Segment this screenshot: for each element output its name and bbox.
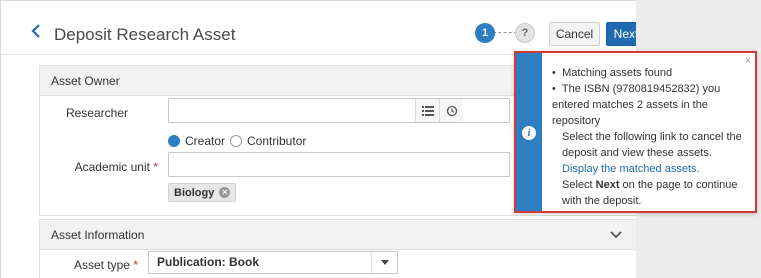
notification-stripe: i — [516, 53, 542, 211]
history-icon[interactable] — [439, 99, 463, 122]
role-label-contributor: Contributor — [247, 134, 307, 148]
academic-unit-chip-label: Biology — [174, 186, 215, 199]
info-icon: i — [522, 126, 536, 140]
step-1[interactable]: 1 — [475, 23, 495, 43]
page-header: Deposit Research Asset 1 ? Cancel Next — [1, 1, 646, 55]
notification-line: Select Next on the page to continue with… — [562, 179, 738, 207]
stepper-connector — [493, 32, 517, 33]
academic-unit-label: Academic unit * — [74, 160, 158, 174]
notification-line: • The ISBN (9780819452832) you entered m… — [552, 83, 721, 127]
radio-selected-icon — [168, 135, 180, 147]
radio-unselected-icon — [230, 135, 242, 147]
asset-information-title: Asset Information — [51, 228, 145, 242]
academic-unit-chip: Biology × — [168, 183, 237, 202]
list-icon[interactable] — [415, 99, 439, 122]
asset-information-section: Asset Information Asset type * Publicati… — [39, 219, 637, 278]
asset-type-value: Publication: Book — [157, 255, 259, 269]
matching-assets-notification: i × • Matching assets found • The ISBN (… — [514, 51, 757, 213]
remove-chip-icon[interactable]: × — [219, 187, 231, 198]
dropdown-caret-icon[interactable] — [371, 252, 397, 273]
researcher-field[interactable] — [168, 98, 510, 123]
chevron-down-icon[interactable] — [610, 230, 622, 240]
asset-information-header[interactable]: Asset Information — [40, 220, 636, 250]
step-2[interactable]: ? — [515, 23, 535, 43]
notification-line: • Matching assets found — [552, 67, 673, 79]
display-matched-assets-link[interactable]: Display the matched assets. — [562, 163, 700, 175]
role-label-creator: Creator — [185, 134, 226, 148]
academic-unit-field[interactable] — [168, 152, 510, 177]
asset-type-label: Asset type * — [73, 258, 138, 272]
wizard-stepper: 1 ? — [475, 23, 535, 43]
page-title: Deposit Research Asset — [54, 25, 236, 44]
cancel-button[interactable]: Cancel — [549, 22, 600, 46]
role-radio-contributor[interactable]: Contributor — [230, 134, 306, 148]
notification-line: Select the following link to cancel the … — [562, 131, 742, 159]
asset-owner-title: Asset Owner — [51, 74, 120, 88]
back-chevron-icon[interactable] — [30, 23, 42, 39]
researcher-label: Researcher — [65, 106, 128, 120]
notification-body: • Matching assets found • The ISBN (9780… — [552, 65, 748, 209]
required-marker: * — [153, 160, 158, 174]
required-marker: * — [133, 258, 138, 272]
role-radio-creator[interactable]: Creator — [168, 134, 225, 148]
asset-type-select[interactable]: Publication: Book — [148, 251, 398, 274]
